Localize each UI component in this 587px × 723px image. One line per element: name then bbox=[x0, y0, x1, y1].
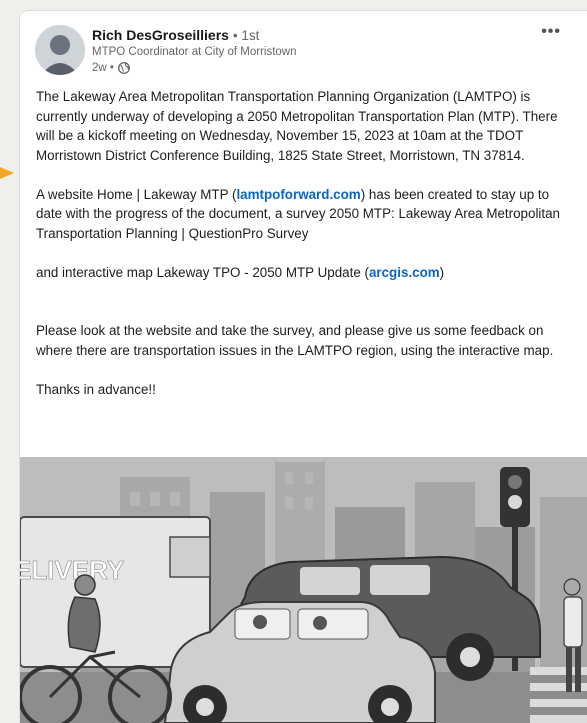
avatar[interactable] bbox=[35, 25, 85, 75]
paragraph-map: and interactive map Lakeway TPO - 2050 M… bbox=[36, 263, 572, 283]
paragraph-request: Please look at the website and take the … bbox=[36, 323, 554, 358]
street-illustration: ELIVERY bbox=[20, 457, 587, 723]
map-text-before: and interactive map Lakeway TPO - 2050 M… bbox=[36, 264, 369, 280]
map-link[interactable]: arcgis.com bbox=[369, 265, 440, 280]
paragraph-thanks: Thanks in advance!! bbox=[36, 381, 156, 397]
paragraph-intro: The Lakeway Area Metropolitan Transporta… bbox=[36, 89, 558, 163]
connection-degree: • 1st bbox=[232, 28, 260, 43]
post-text: The Lakeway Area Metropolitan Transporta… bbox=[36, 87, 572, 399]
globe-icon bbox=[118, 62, 130, 74]
author-name[interactable]: Rich DesGroseilliers • 1st bbox=[92, 27, 259, 43]
author-headline: MTPO Coordinator at City of Morristown bbox=[92, 46, 297, 58]
pointer-arrow-icon bbox=[0, 167, 14, 179]
truck-label: ELIVERY bbox=[20, 555, 124, 585]
more-icon[interactable]: ••• bbox=[541, 23, 561, 40]
paragraph-website: A website Home | Lakeway MTP (lamtpoforw… bbox=[36, 185, 572, 244]
more-options-button[interactable]: ••• bbox=[541, 23, 561, 41]
map-text-after: ) bbox=[439, 264, 445, 280]
author-name-text[interactable]: Rich DesGroseilliers bbox=[92, 27, 229, 43]
post-card: Rich DesGroseilliers • 1st MTPO Coordina… bbox=[20, 11, 587, 723]
post-time: 2w • bbox=[92, 62, 114, 74]
website-link[interactable]: lamtpoforward.com bbox=[236, 187, 360, 202]
website-text-before: A website Home | Lakeway MTP ( bbox=[36, 186, 237, 202]
post-image[interactable]: ELIVERY bbox=[20, 457, 587, 723]
post-header: Rich DesGroseilliers • 1st MTPO Coordina… bbox=[20, 11, 587, 83]
post-meta: 2w • bbox=[92, 62, 130, 74]
